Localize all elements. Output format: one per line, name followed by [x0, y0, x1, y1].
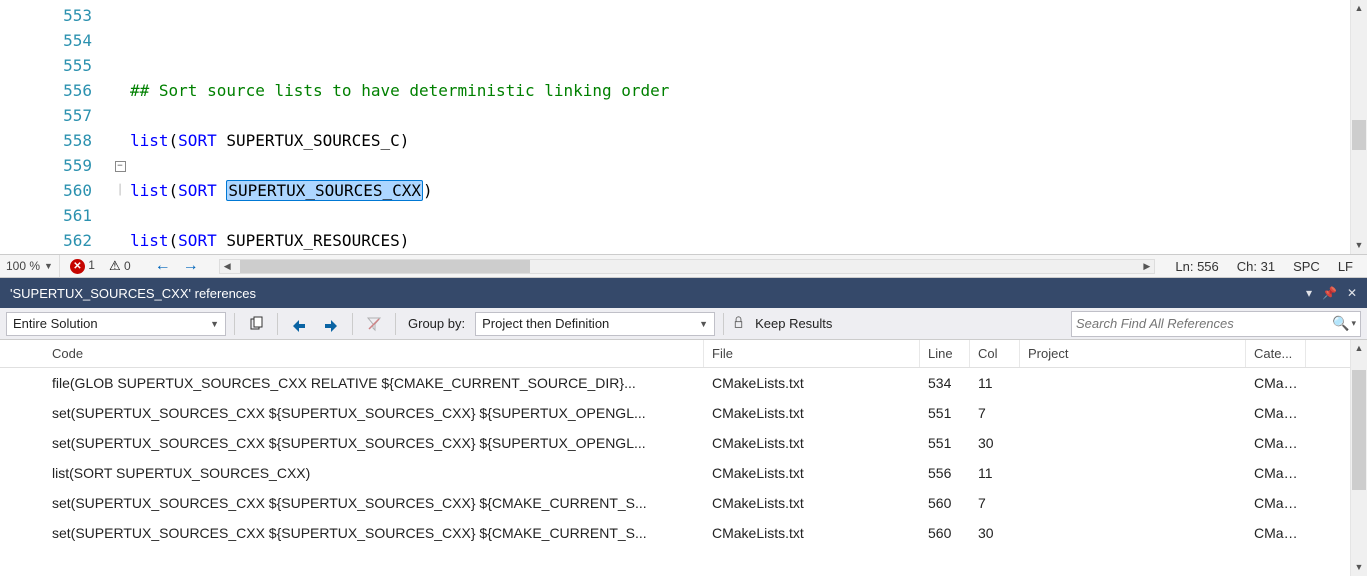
errors-indicator[interactable]: ✕ 1 — [70, 258, 95, 274]
lock-icon — [732, 316, 745, 332]
close-icon[interactable]: ✕ — [1347, 286, 1357, 300]
scroll-down-icon[interactable]: ▼ — [1351, 237, 1367, 254]
result-file: CMakeLists.txt — [704, 495, 920, 511]
scrollbar-thumb[interactable] — [240, 260, 530, 273]
result-row[interactable]: set(SUPERTUX_SOURCES_CXX ${SUPERTUX_SOUR… — [0, 518, 1367, 548]
groupby-combo[interactable]: Project then Definition▼ — [475, 312, 715, 336]
clear-filters-button — [361, 312, 387, 336]
result-code: set(SUPERTUX_SOURCES_CXX ${SUPERTUX_SOUR… — [44, 495, 704, 511]
result-file: CMakeLists.txt — [704, 435, 920, 451]
code-editor[interactable]: 553 554 555 556 557 558 559 560 561 562 … — [0, 0, 1367, 255]
scope-combo[interactable]: Entire Solution▼ — [6, 312, 226, 336]
copy-button[interactable] — [243, 312, 269, 336]
result-file: CMakeLists.txt — [704, 405, 920, 421]
result-category: CMak... — [1246, 495, 1306, 511]
result-col: 30 — [970, 435, 1020, 451]
result-line: 534 — [920, 375, 970, 391]
fold-toggle-icon[interactable]: − — [115, 161, 126, 172]
search-references-input[interactable] — [1076, 316, 1332, 331]
result-file: CMakeLists.txt — [704, 375, 920, 391]
result-col: 7 — [970, 495, 1020, 511]
panel-title: 'SUPERTUX_SOURCES_CXX' references — [10, 286, 256, 301]
cursor-line: Ln: 556 — [1175, 259, 1218, 274]
result-col: 11 — [970, 465, 1020, 481]
result-line: 560 — [920, 525, 970, 541]
result-category: CMak... — [1246, 525, 1306, 541]
search-references-box[interactable]: 🔍 ▾ — [1071, 311, 1361, 337]
references-panel-title-bar[interactable]: 'SUPERTUX_SOURCES_CXX' references ▾ 📌 ✕ — [0, 278, 1367, 308]
keep-results-toggle[interactable]: Keep Results — [751, 316, 836, 331]
result-code: list(SORT SUPERTUX_SOURCES_CXX) — [44, 465, 704, 481]
line-number-gutter: 553 554 555 556 557 558 559 560 561 562 … — [0, 0, 110, 254]
result-row[interactable]: set(SUPERTUX_SOURCES_CXX ${SUPERTUX_SOUR… — [0, 428, 1367, 458]
result-code: set(SUPERTUX_SOURCES_CXX ${SUPERTUX_SOUR… — [44, 435, 704, 451]
editor-horizontal-scrollbar[interactable]: ◀ ▶ — [219, 259, 1156, 274]
editor-status-bar: 100 %▼ ✕ 1 ⚠ 0 ← → ◀ ▶ Ln: 556 Ch: 31 SP… — [0, 255, 1367, 278]
result-code: set(SUPERTUX_SOURCES_CXX ${SUPERTUX_SOUR… — [44, 525, 704, 541]
search-icon[interactable]: 🔍 — [1332, 315, 1349, 332]
result-line: 551 — [920, 405, 970, 421]
window-position-icon[interactable]: ▾ — [1306, 286, 1312, 300]
result-category: CMak... — [1246, 405, 1306, 421]
warning-icon: ⚠ — [109, 258, 121, 273]
scroll-left-icon[interactable]: ◀ — [220, 261, 235, 272]
column-header-project[interactable]: Project — [1020, 340, 1246, 367]
result-row[interactable]: set(SUPERTUX_SOURCES_CXX ${SUPERTUX_SOUR… — [0, 398, 1367, 428]
warnings-indicator[interactable]: ⚠ 0 — [109, 258, 131, 274]
result-col: 30 — [970, 525, 1020, 541]
result-file: CMakeLists.txt — [704, 525, 920, 541]
result-code: set(SUPERTUX_SOURCES_CXX ${SUPERTUX_SOUR… — [44, 405, 704, 421]
result-row[interactable]: set(SUPERTUX_SOURCES_CXX ${SUPERTUX_SOUR… — [0, 488, 1367, 518]
groupby-label: Group by: — [404, 316, 469, 331]
result-col: 7 — [970, 405, 1020, 421]
nav-back-button[interactable]: ← — [155, 257, 171, 275]
results-header-row[interactable]: Code File Line Col Project Cate... — [0, 340, 1367, 368]
column-header-category[interactable]: Cate... — [1246, 340, 1306, 367]
scrollbar-thumb[interactable] — [1352, 120, 1366, 150]
column-header-col[interactable]: Col — [970, 340, 1020, 367]
error-icon: ✕ — [70, 259, 85, 274]
result-line: 560 — [920, 495, 970, 511]
results-vertical-scrollbar[interactable]: ▲ ▼ — [1350, 340, 1367, 576]
prev-location-button[interactable] — [286, 312, 312, 336]
references-results: Code File Line Col Project Cate... file(… — [0, 340, 1367, 576]
selected-text: SUPERTUX_SOURCES_CXX — [226, 180, 423, 201]
column-header-line[interactable]: Line — [920, 340, 970, 367]
scroll-right-icon[interactable]: ▶ — [1139, 261, 1154, 272]
fold-column[interactable]: − │ — [110, 0, 130, 254]
scrollbar-thumb[interactable] — [1352, 370, 1366, 490]
pin-icon[interactable]: 📌 — [1322, 286, 1337, 300]
column-header-file[interactable]: File — [704, 340, 920, 367]
indent-mode[interactable]: SPC — [1293, 259, 1320, 274]
result-category: CMak... — [1246, 375, 1306, 391]
code-comment: ## Sort source lists to have determinist… — [130, 81, 669, 100]
editor-vertical-scrollbar[interactable]: ▲ ▼ — [1350, 0, 1367, 254]
result-col: 11 — [970, 375, 1020, 391]
code-content[interactable]: ## Sort source lists to have determinist… — [130, 0, 1367, 254]
scroll-up-icon[interactable]: ▲ — [1351, 0, 1367, 17]
result-file: CMakeLists.txt — [704, 465, 920, 481]
scroll-up-icon[interactable]: ▲ — [1351, 340, 1367, 357]
result-code: file(GLOB SUPERTUX_SOURCES_CXX RELATIVE … — [44, 375, 704, 391]
result-line: 551 — [920, 435, 970, 451]
result-line: 556 — [920, 465, 970, 481]
result-row[interactable]: list(SORT SUPERTUX_SOURCES_CXX)CMakeList… — [0, 458, 1367, 488]
result-category: CMak... — [1246, 465, 1306, 481]
references-toolbar: Entire Solution▼ Group by: Project then … — [0, 308, 1367, 340]
result-category: CMak... — [1246, 435, 1306, 451]
next-location-button[interactable] — [318, 312, 344, 336]
eol-mode[interactable]: LF — [1338, 259, 1353, 274]
nav-forward-button[interactable]: → — [183, 257, 199, 275]
column-header-code[interactable]: Code — [44, 340, 704, 367]
result-row[interactable]: file(GLOB SUPERTUX_SOURCES_CXX RELATIVE … — [0, 368, 1367, 398]
zoom-combo[interactable]: 100 %▼ — [0, 255, 60, 277]
cursor-char: Ch: 31 — [1237, 259, 1275, 274]
scroll-down-icon[interactable]: ▼ — [1351, 559, 1367, 576]
